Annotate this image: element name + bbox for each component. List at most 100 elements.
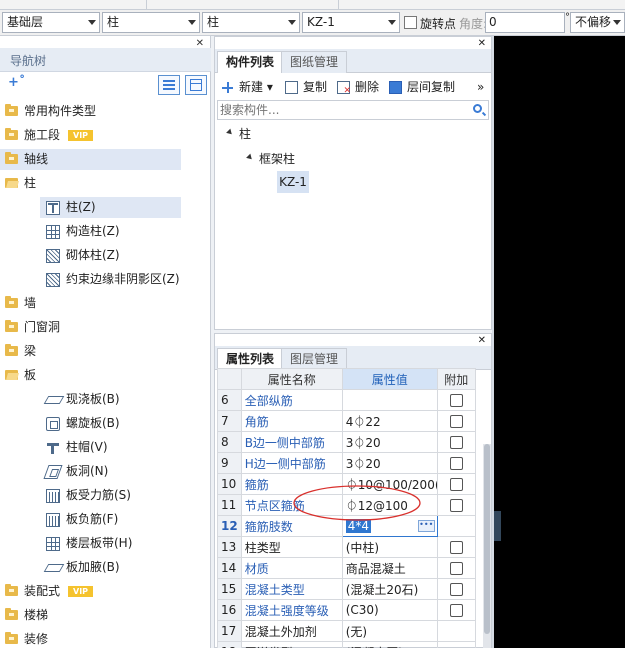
nav-child-item[interactable]: 板受力筋(S) xyxy=(0,485,205,506)
drawing-canvas[interactable] xyxy=(494,36,625,648)
property-row[interactable]: 14 材质 商品混凝土 xyxy=(217,557,476,579)
property-value[interactable]: 商品混凝土 xyxy=(341,557,438,579)
scrollbar-thumb[interactable] xyxy=(484,444,490,634)
nav-item[interactable]: 墙 xyxy=(0,293,205,314)
nav-item[interactable]: 轴线 xyxy=(0,149,181,170)
chevron-down-icon[interactable] xyxy=(288,20,296,25)
copy-between-floors-button[interactable]: 层间复制 xyxy=(387,78,455,96)
collapse-handle[interactable] xyxy=(494,511,501,541)
subcategory-select[interactable]: 柱 xyxy=(202,12,300,33)
nav-child-item[interactable]: 柱(Z) xyxy=(40,197,181,218)
tree-leaf-kz1[interactable]: KZ-1 xyxy=(277,171,309,193)
component-select[interactable]: KZ-1 xyxy=(302,12,400,33)
property-value[interactable]: 3⏀20 xyxy=(341,431,438,453)
extra-cell xyxy=(436,452,476,474)
attach-checkbox[interactable] xyxy=(449,394,463,407)
property-value[interactable]: (C30) xyxy=(341,599,438,621)
spiral-component-icon xyxy=(46,417,60,431)
attach-checkbox[interactable] xyxy=(449,604,463,617)
property-row[interactable]: 6 全部纵筋 xyxy=(217,389,476,411)
close-icon[interactable]: ✕ xyxy=(478,38,486,49)
chevron-down-icon[interactable] xyxy=(88,20,96,25)
property-row[interactable]: 17 混凝土外加剂 (无) xyxy=(217,620,476,642)
copy-between-floors-label: 层间复制 xyxy=(407,80,456,94)
nav-child-item[interactable]: 板负筋(F) xyxy=(0,509,205,530)
nav-item[interactable]: 常用构件类型 xyxy=(0,101,205,122)
tab-drawing-management[interactable]: 图纸管理 xyxy=(281,51,348,73)
angle-input[interactable]: 0 xyxy=(485,12,565,33)
property-row[interactable]: 18泵送类型(混凝土泵) xyxy=(217,641,476,648)
property-row[interactable]: 7 角筋 4⏀22 xyxy=(217,410,476,432)
rotate-point-checkbox[interactable] xyxy=(404,16,417,29)
attach-checkbox[interactable] xyxy=(449,562,463,575)
extra-cell xyxy=(436,389,476,411)
delete-icon: ✕ xyxy=(337,81,351,96)
offset-select[interactable]: 不偏移 xyxy=(570,12,625,33)
nav-child-item[interactable]: 柱帽(V) xyxy=(0,437,205,458)
property-row[interactable]: 16 混凝土强度等级 (C30) xyxy=(217,599,476,621)
nav-item[interactable]: 柱 xyxy=(0,173,205,194)
nav-item[interactable]: 装配式 VIP xyxy=(0,581,205,602)
attach-checkbox[interactable] xyxy=(449,499,463,512)
chevron-down-icon[interactable] xyxy=(613,20,621,25)
nav-header: 导航树 xyxy=(0,48,211,72)
tab-layer-management[interactable]: 图层管理 xyxy=(281,348,348,370)
search-input[interactable] xyxy=(218,101,458,119)
attach-checkbox[interactable] xyxy=(449,457,463,470)
property-scrollbar[interactable] xyxy=(483,444,491,648)
nav-item[interactable]: 楼梯 xyxy=(0,605,205,626)
nav-item[interactable]: 门窗洞 xyxy=(0,317,205,338)
property-row[interactable]: 9 H边一侧中部筋 3⏀20 xyxy=(217,452,476,474)
grid-view-icon[interactable] xyxy=(185,75,207,95)
attach-checkbox[interactable] xyxy=(449,583,463,596)
nav-child-item[interactable]: 板洞(N) xyxy=(0,461,205,482)
attach-checkbox[interactable] xyxy=(449,415,463,428)
row-number: 11 xyxy=(217,494,242,516)
property-value[interactable]: 3⏀20 xyxy=(341,452,438,474)
tree-group-frame-column[interactable]: 框架柱 xyxy=(259,150,295,167)
nav-item[interactable]: 板 xyxy=(0,365,205,386)
copy-button[interactable]: 复制 xyxy=(283,78,327,96)
delete-button[interactable]: ✕ 删除 xyxy=(335,78,379,96)
property-value[interactable]: (混凝土20石) xyxy=(341,578,438,600)
property-value[interactable] xyxy=(341,389,438,411)
property-row[interactable]: 8 B边一侧中部筋 3⏀20 xyxy=(217,431,476,453)
property-row[interactable]: 15 混凝土类型 (混凝土20石) xyxy=(217,578,476,600)
property-value[interactable]: (中柱) xyxy=(341,536,438,558)
nav-child-item[interactable]: 构造柱(Z) xyxy=(0,221,205,242)
expand-icon[interactable] xyxy=(226,128,234,137)
category-select[interactable]: 柱 xyxy=(102,12,200,33)
nav-child-item[interactable]: 约束边缘非阴影区(Z) xyxy=(0,269,205,290)
property-row[interactable]: 13 柱类型 (中柱) xyxy=(217,536,476,558)
nav-tools: +˚ xyxy=(0,73,211,99)
list-view-icon[interactable] xyxy=(158,75,180,95)
search-icon[interactable] xyxy=(473,104,482,113)
nav-child-item[interactable]: 现浇板(B) xyxy=(0,389,205,410)
tree-root-column[interactable]: 柱 xyxy=(239,125,251,142)
chevron-down-icon[interactable] xyxy=(388,20,396,25)
nav-item-label: 常用构件类型 xyxy=(24,104,97,118)
new-button[interactable]: 新建 ▾ xyxy=(219,78,273,96)
nav-item[interactable]: 装修 xyxy=(0,629,205,648)
expand-icon[interactable] xyxy=(246,153,254,162)
attach-checkbox[interactable] xyxy=(449,541,463,554)
close-icon[interactable]: ✕ xyxy=(478,335,486,346)
property-value[interactable]: (混凝土泵) xyxy=(341,641,438,648)
property-value[interactable]: (无) xyxy=(341,620,438,642)
nav-item[interactable]: 梁 xyxy=(0,341,205,362)
nav-child-item[interactable]: 螺旋板(B) xyxy=(0,413,205,434)
attach-checkbox[interactable] xyxy=(449,478,463,491)
row-number: 13 xyxy=(217,536,242,558)
layer-select[interactable]: 基础层 xyxy=(2,12,100,33)
tab-component-list[interactable]: 构件列表 xyxy=(217,51,284,73)
tab-property-list[interactable]: 属性列表 xyxy=(217,348,284,370)
nav-child-item[interactable]: 砌体柱(Z) xyxy=(0,245,205,266)
chevron-down-icon[interactable] xyxy=(188,20,196,25)
property-value[interactable]: 4⏀22 xyxy=(341,410,438,432)
add-icon[interactable]: +˚ xyxy=(8,75,25,90)
nav-child-item[interactable]: 板加腋(B) xyxy=(0,557,205,578)
nav-child-item[interactable]: 楼层板带(H) xyxy=(0,533,205,554)
attach-checkbox[interactable] xyxy=(449,436,463,449)
more-button[interactable]: » xyxy=(477,78,484,96)
nav-item[interactable]: 施工段 VIP xyxy=(0,125,205,146)
